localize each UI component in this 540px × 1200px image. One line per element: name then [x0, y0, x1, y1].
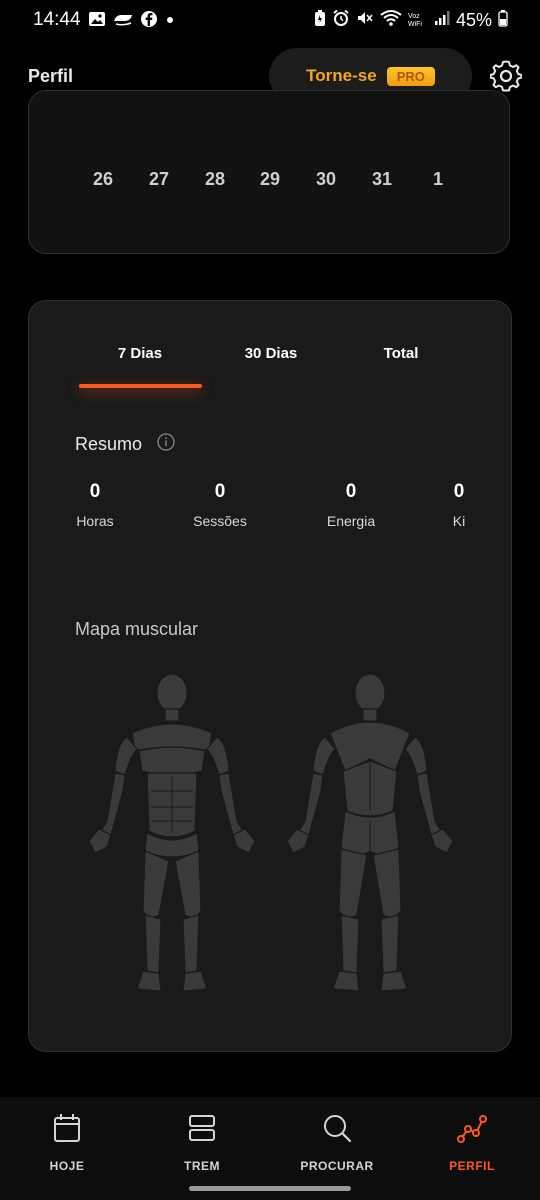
ifood-icon	[112, 12, 134, 31]
calendar-icon	[54, 1114, 80, 1142]
voz-wifi-label: Voz WiFi	[407, 12, 422, 28]
stat-label: Energia	[326, 513, 376, 529]
stat-value: 0	[453, 481, 465, 502]
battery-icon	[498, 9, 508, 32]
nav-hoje[interactable]: HOJE	[12, 1111, 122, 1173]
dot-icon	[164, 13, 176, 31]
calendar-card: 26 27 28 29 30 31 1	[28, 90, 510, 254]
nav-perfil[interactable]: PERFIL	[417, 1111, 527, 1173]
active-tab-indicator	[79, 384, 202, 388]
nav-procurar[interactable]: PROCURAR	[282, 1111, 392, 1173]
status-bar: 14:44 Voz WiFi 45%	[0, 0, 540, 40]
nav-trem[interactable]: TREM	[147, 1111, 257, 1173]
muscle-map-title: Mapa muscular	[75, 619, 199, 639]
notification-icons	[88, 10, 176, 33]
stat-value: 0	[89, 481, 101, 502]
stat-energia: 0 Energia	[301, 481, 401, 529]
tab-total[interactable]: Total	[341, 345, 461, 362]
calendar-day[interactable]: 1	[418, 169, 458, 190]
calendar-day[interactable]: 31	[362, 169, 402, 190]
settings-button[interactable]	[489, 60, 523, 92]
battery-saver-icon	[314, 9, 326, 32]
wifi-icon	[380, 9, 402, 32]
stat-label: Ki	[452, 513, 466, 529]
progress-chart-icon	[457, 1115, 487, 1143]
home-indicator[interactable]	[189, 1186, 351, 1191]
stat-value: 0	[214, 481, 226, 502]
nav-label: PERFIL	[449, 1159, 495, 1173]
stat-label: Sessões	[193, 513, 247, 529]
alarm-icon	[332, 9, 350, 32]
stack-icon	[189, 1115, 215, 1141]
tab-7-dias[interactable]: 7 Dias	[80, 345, 200, 362]
nav-label: TREM	[184, 1159, 220, 1173]
gear-icon	[489, 60, 523, 92]
pro-badge: PRO	[386, 66, 435, 86]
page-title: Perfil	[28, 66, 74, 86]
stat-sessoes: 0 Sessões	[170, 481, 270, 529]
info-icon[interactable]	[157, 433, 175, 451]
gallery-icon	[88, 11, 106, 32]
muscle-map-front	[88, 673, 256, 992]
nav-label: HOJE	[49, 1159, 85, 1173]
status-time: 14:44	[33, 9, 81, 30]
calendar-day[interactable]: 26	[83, 169, 123, 190]
battery-percent: 45%	[455, 10, 492, 30]
calendar-day[interactable]: 27	[139, 169, 179, 190]
calendar-day[interactable]: 29	[250, 169, 290, 190]
facebook-icon	[140, 10, 158, 33]
stat-horas: 0 Horas	[45, 481, 145, 529]
stats-card: 7 Dias 30 Dias Total Resumo 0 Horas 0 Se…	[28, 300, 512, 1052]
muscle-map-back	[286, 673, 454, 992]
stat-label: Horas	[76, 513, 114, 529]
upgrade-label: Torne-se	[306, 66, 377, 85]
calendar-day[interactable]: 30	[306, 169, 346, 190]
summary-title: Resumo	[75, 434, 143, 454]
calendar-day[interactable]: 28	[195, 169, 235, 190]
signal-icon	[434, 10, 450, 31]
bottom-nav: HOJE TREM PROCURAR PERFIL	[0, 1097, 540, 1200]
calendar-days-row: 26 27 28 29 30 31 1	[75, 169, 485, 193]
system-icons: Voz WiFi 45%	[314, 9, 508, 32]
search-icon	[324, 1115, 352, 1143]
tab-30-dias[interactable]: 30 Dias	[211, 345, 331, 362]
stat-value: 0	[345, 481, 357, 502]
stat-ki: 0 Ki	[409, 481, 509, 529]
nav-label: PROCURAR	[300, 1159, 374, 1173]
mute-icon	[356, 9, 374, 32]
